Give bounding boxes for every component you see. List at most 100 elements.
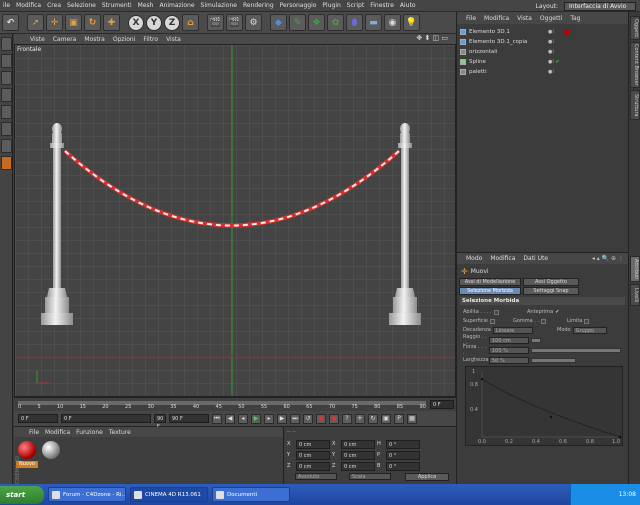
render-settings-icon[interactable]: ⚙ — [245, 14, 262, 31]
axis-mode-icon[interactable] — [1, 139, 12, 153]
visibility-dots[interactable]: ●⁞ — [548, 29, 554, 35]
menu-crea[interactable]: Crea — [44, 2, 64, 9]
size-mode-select[interactable]: Scala — [349, 473, 391, 480]
menu-animazione[interactable]: Animazione — [156, 2, 197, 9]
nurbs-icon[interactable]: ❖ — [308, 14, 325, 31]
preview-end-left-field[interactable]: 90 F — [154, 414, 166, 430]
modo-select[interactable]: Gruppo — [572, 326, 607, 334]
rotation-p-field[interactable]: 0 ° — [386, 450, 420, 460]
next-key-icon[interactable]: ▶ — [277, 413, 287, 424]
record-key-icon[interactable]: ● — [316, 413, 326, 424]
light-icon[interactable]: 💡 — [403, 14, 420, 31]
menu-rendering[interactable]: Rendering — [240, 2, 277, 9]
texture-mode-icon[interactable] — [1, 71, 12, 85]
tab-selezione-morbida[interactable]: Selezione Morbida — [459, 287, 521, 295]
attr-menu-dati-utente[interactable]: Dati Ute — [519, 255, 552, 262]
objects-menu-file[interactable]: File — [462, 15, 480, 22]
menu-mesh[interactable]: Mesh — [135, 2, 157, 9]
menu-file[interactable]: ile — [0, 2, 13, 9]
viewport-menu-filtro[interactable]: Filtro — [139, 36, 162, 43]
cube-icon[interactable]: ◆ — [270, 14, 287, 31]
objects-menu-tag[interactable]: Tag — [566, 15, 584, 22]
material-menu-texture[interactable]: Texture — [106, 429, 134, 436]
rotation-h-field[interactable]: 0 ° — [386, 439, 420, 449]
raggio-slider[interactable] — [531, 337, 541, 343]
axis-z-button[interactable]: Z — [164, 14, 180, 31]
menu-selezione[interactable]: Selezione — [64, 2, 99, 9]
object-row[interactable]: orizzontali ●⁞ — [460, 47, 625, 56]
move-icon[interactable]: ✛ — [46, 14, 63, 31]
key-position-icon[interactable]: ✛ — [355, 413, 365, 424]
end-frame-field[interactable]: 90 F — [169, 414, 209, 423]
decadenza-select[interactable]: Lineare — [492, 326, 533, 334]
material-tag-icon[interactable] — [564, 28, 570, 35]
taskbar-item-cinema4d[interactable]: CINEMA 4D R13.061 — [130, 487, 208, 502]
next-frame-icon[interactable]: ▸ — [264, 413, 274, 424]
tab-settaggi-snap[interactable]: Settaggi Snap — [523, 287, 579, 295]
apply-button[interactable]: Applica — [405, 473, 449, 481]
tab-assi-oggetto[interactable]: Assi Oggetto — [523, 278, 579, 286]
preview-start-field[interactable]: 0 F — [61, 414, 151, 423]
tab-assi-modellazione[interactable]: Assi di Modellazione — [459, 278, 521, 286]
polygons-mode-icon[interactable] — [1, 122, 12, 136]
prev-frame-icon[interactable]: ◂ — [238, 413, 248, 424]
current-frame-field[interactable]: 0 F — [430, 400, 454, 409]
keyframe-selection-icon[interactable]: ? — [342, 413, 352, 424]
size-y-field[interactable]: 0 cm — [341, 450, 375, 460]
size-x-field[interactable]: 0 cm — [341, 439, 375, 449]
recent-tool-icon[interactable]: ✚ — [103, 14, 120, 31]
falloff-graph[interactable]: 1 0.8 0.4 0.0 0.2 0.4 0.6 0.8 1.0 — [465, 366, 623, 446]
axis-y-button[interactable]: Y — [146, 14, 162, 31]
pen-spline-icon[interactable]: ✎ — [289, 14, 306, 31]
viewport-menu-camera[interactable]: Camera — [49, 36, 81, 43]
key-pla-icon[interactable]: ▦ — [407, 413, 417, 424]
edges-mode-icon[interactable] — [1, 105, 12, 119]
go-to-end-icon[interactable]: ⏭ — [290, 413, 300, 424]
superficie-checkbox[interactable] — [490, 318, 496, 324]
play-icon[interactable]: ▶ — [251, 413, 261, 424]
viewport-menu-viste[interactable]: Viste — [26, 36, 49, 43]
layout-dropdown[interactable]: Interfaccia di Avvio — [564, 1, 636, 11]
object-row[interactable]: paletti ●⁞ — [460, 67, 625, 76]
key-rotation-icon[interactable]: ↻ — [368, 413, 378, 424]
anteprima-check-icon[interactable]: ✔ — [555, 309, 559, 315]
key-scale-icon[interactable]: ▣ — [381, 413, 391, 424]
menu-personaggio[interactable]: Personaggio — [277, 2, 320, 9]
undo-icon[interactable]: ↶ — [2, 14, 19, 31]
visibility-dots[interactable]: ●⁞ — [548, 69, 554, 75]
side-tab-attributi[interactable]: Attributi — [630, 256, 640, 282]
make-editable-icon[interactable] — [1, 37, 12, 51]
menu-strumenti[interactable]: Strumenti — [99, 2, 135, 9]
visibility-dots[interactable]: ●⁞ — [548, 49, 554, 55]
menu-aiuto[interactable]: Aiuto — [397, 2, 419, 9]
material-menu-funzione[interactable]: Funzione — [73, 429, 106, 436]
start-frame-field[interactable]: 0 F — [18, 414, 58, 423]
axis-x-button[interactable]: X — [128, 14, 144, 31]
menu-modifica[interactable]: Modifica — [13, 2, 44, 9]
objects-menu-modifica[interactable]: Modifica — [480, 15, 513, 22]
camera-icon[interactable]: ◉ — [384, 14, 401, 31]
limita-checkbox[interactable] — [584, 318, 590, 324]
abilita-checkbox[interactable] — [493, 309, 499, 315]
gomma-checkbox[interactable] — [541, 318, 547, 324]
larghezza-slider[interactable] — [531, 357, 576, 363]
raggio-field[interactable]: 100 cm — [489, 336, 529, 344]
select-arrow-icon[interactable]: ➚ — [27, 14, 44, 31]
deformer-icon[interactable]: ⬮ — [346, 14, 363, 31]
attr-menu-modo[interactable]: Modo — [462, 255, 486, 262]
visibility-dots[interactable]: ●⁞ — [548, 39, 554, 45]
visibility-dots[interactable]: ●⁞ ✔ — [548, 59, 560, 65]
larghezza-field[interactable]: 50 % — [489, 356, 529, 364]
coord-mode-select[interactable]: Assoluto — [295, 473, 337, 480]
rotation-b-field[interactable]: 0 ° — [386, 461, 420, 471]
model-mode-icon[interactable] — [1, 54, 12, 68]
side-tab-oggetti[interactable]: Oggetti — [630, 16, 640, 40]
position-y-field[interactable]: 0 cm — [296, 450, 330, 460]
viewport-menu-vista[interactable]: Vista — [162, 36, 185, 43]
render-view-icon[interactable]: 🎬 — [207, 14, 224, 31]
object-row[interactable]: Spline ●⁞ ✔ — [460, 57, 625, 66]
taskbar-item-browser[interactable]: Forum - C4Dzone - Ri... — [48, 487, 126, 502]
taskbar-item-documenti[interactable]: Documenti — [212, 487, 290, 502]
objects-menu-vista[interactable]: Vista — [513, 15, 536, 22]
side-tab-content-browser[interactable]: Content Browser — [630, 42, 640, 88]
